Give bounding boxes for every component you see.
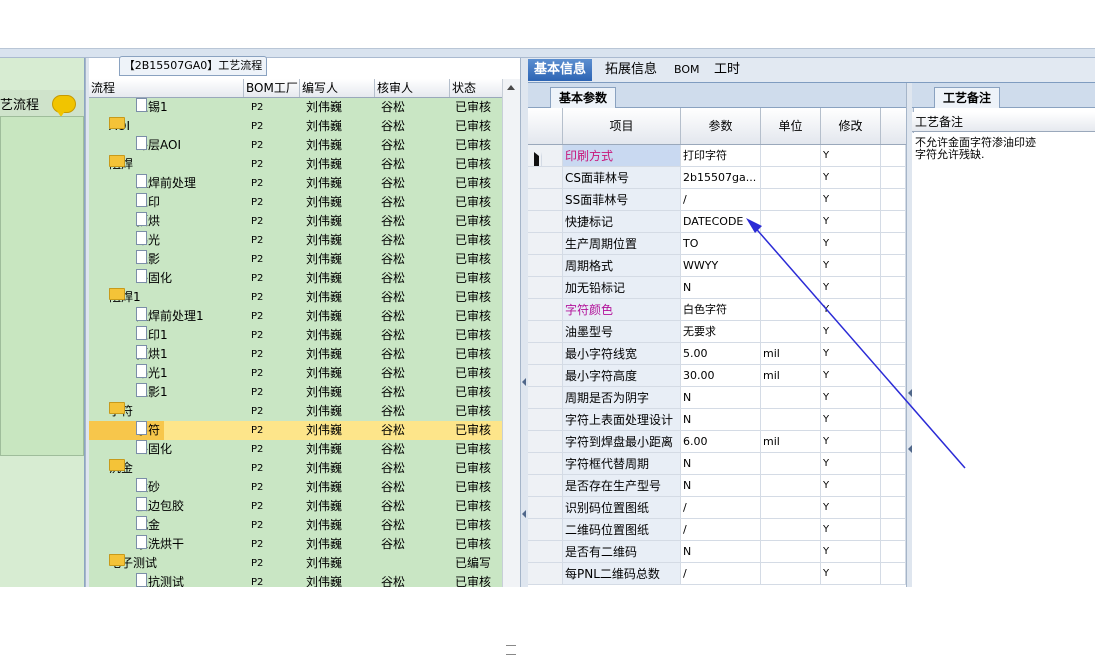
arrow-head — [746, 218, 762, 233]
scroll-grip-icon[interactable] — [506, 645, 516, 655]
arrow-line — [751, 223, 966, 469]
annotation-arrow — [746, 218, 966, 469]
